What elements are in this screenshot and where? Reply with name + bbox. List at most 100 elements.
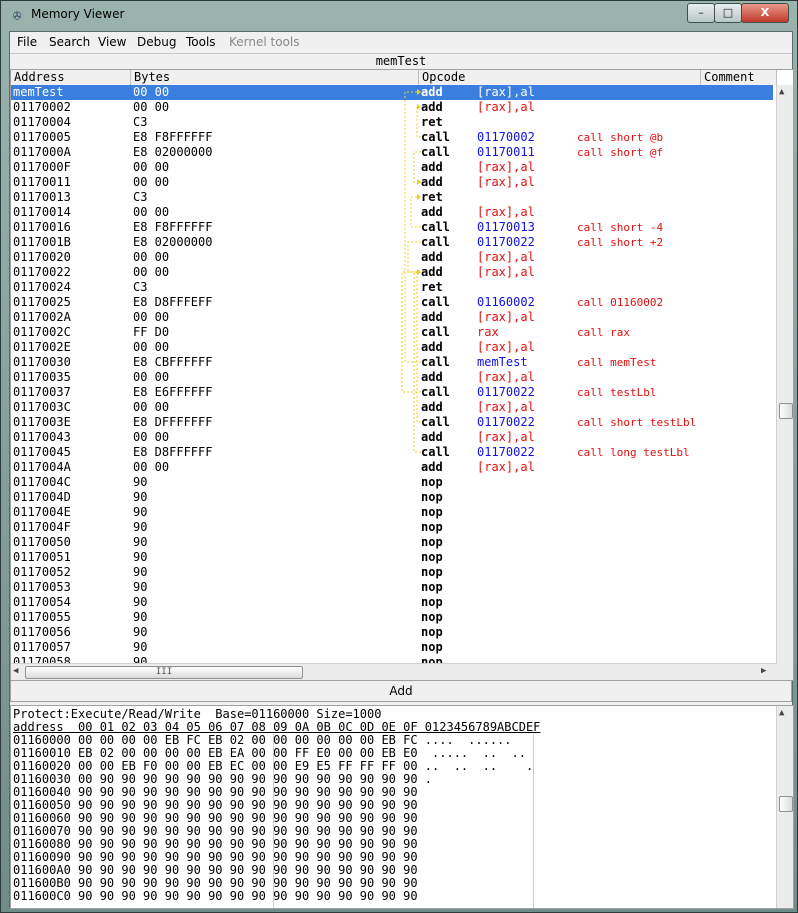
row-operand: 01170022 xyxy=(477,445,535,459)
row-address: 0117004D xyxy=(13,490,71,504)
row-bytes: 00 00 xyxy=(133,460,170,474)
row-address: 01170045 xyxy=(13,445,71,459)
row-opcode: add xyxy=(421,460,443,474)
scroll-up-icon[interactable]: ▲ xyxy=(779,87,784,97)
row-bytes: 00 00 xyxy=(133,175,170,189)
hex-scroll-up-icon[interactable]: ▲ xyxy=(779,708,784,718)
jump-arrow xyxy=(407,241,421,273)
row-address: memTest xyxy=(13,85,64,99)
menu-search[interactable]: Search xyxy=(49,35,90,49)
row-address: 0117002E xyxy=(13,340,71,354)
row-bytes: 00 00 xyxy=(133,340,170,354)
client-area: File Search View Debug Tools Kernel tool… xyxy=(9,31,794,909)
disasm-scroll-thumb[interactable] xyxy=(779,403,793,419)
window-title: Memory Viewer xyxy=(31,7,125,21)
row-bytes: E8 E6FFFFFF xyxy=(133,385,213,399)
row-opcode: add xyxy=(421,265,443,279)
row-operand: [rax],al xyxy=(477,175,535,189)
row-opcode: nop xyxy=(421,565,443,579)
row-operand: [rax],al xyxy=(477,250,535,264)
scroll-left-icon[interactable]: ◀ xyxy=(13,666,18,676)
row-comment: call short testLbl xyxy=(577,416,697,429)
row-opcode: ret xyxy=(421,280,443,294)
arrow-head xyxy=(417,194,421,200)
row-address: 0117002A xyxy=(13,310,71,324)
row-operand: 01160002 xyxy=(477,295,535,309)
hex-vertical-scrollbar[interactable]: ▲ xyxy=(776,706,793,908)
row-bytes: FF D0 xyxy=(133,325,170,339)
row-address: 0117000A xyxy=(13,145,71,159)
row-bytes: 00 00 xyxy=(133,160,170,174)
row-opcode: ret xyxy=(421,190,443,204)
row-bytes: 90 xyxy=(133,595,148,609)
minimize-button[interactable]: – xyxy=(687,3,715,23)
disassembler-view[interactable]: Address Bytes Opcode Comment memTest 00 0… xyxy=(10,69,794,681)
row-operand: [rax],al xyxy=(477,205,535,219)
row-address: 01170024 xyxy=(13,280,71,294)
row-comment: call testLbl xyxy=(577,386,657,399)
row-address: 01170050 xyxy=(13,535,71,549)
row-address: 01170020 xyxy=(13,250,71,264)
row-opcode: nop xyxy=(421,520,443,534)
row-opcode: call xyxy=(421,355,450,369)
row-opcode: nop xyxy=(421,490,443,504)
row-comment: call short @f xyxy=(577,146,664,159)
row-opcode: add xyxy=(421,310,443,324)
row-bytes: 00 00 xyxy=(133,310,170,324)
row-opcode: add xyxy=(421,250,443,264)
row-opcode: call xyxy=(421,325,450,339)
row-address: 0117001B xyxy=(13,235,71,249)
hex-view[interactable]: Protect:Execute/Read/Write Base=01160000… xyxy=(10,705,794,909)
title-bar[interactable]: ✇ Memory Viewer – □ X xyxy=(1,1,797,31)
row-bytes: C3 xyxy=(133,115,148,129)
row-bytes: 90 xyxy=(133,580,148,594)
row-bytes: E8 DFFFFFFF xyxy=(133,415,213,429)
row-address: 01170051 xyxy=(13,550,71,564)
disasm-vertical-scrollbar[interactable]: ▲ ▼ xyxy=(776,85,793,680)
arrow-head xyxy=(417,269,421,275)
arrow-head xyxy=(417,179,421,185)
column-comment[interactable]: Comment xyxy=(701,70,777,85)
close-button[interactable]: X xyxy=(741,3,789,23)
row-bytes: 00 00 xyxy=(133,85,170,99)
row-bytes: 00 00 xyxy=(133,400,170,414)
row-opcode: add xyxy=(421,370,443,384)
add-button[interactable]: Add xyxy=(10,680,792,702)
row-bytes: E8 D8FFFEFF xyxy=(133,295,213,309)
column-bytes[interactable]: Bytes xyxy=(131,70,419,85)
row-operand: [rax],al xyxy=(477,310,535,324)
disasm-horizontal-scrollbar[interactable]: ◀ III ▶ xyxy=(11,663,777,680)
hex-scroll-thumb[interactable] xyxy=(779,796,793,812)
menu-tools[interactable]: Tools xyxy=(186,35,216,49)
column-opcode[interactable]: Opcode xyxy=(419,70,701,85)
column-address[interactable]: Address xyxy=(11,70,131,85)
row-bytes: 00 00 xyxy=(133,430,170,444)
row-operand: 01170022 xyxy=(477,235,535,249)
row-bytes: C3 xyxy=(133,280,148,294)
scroll-right-icon[interactable]: ▶ xyxy=(761,666,766,676)
menu-kernel-tools[interactable]: Kernel tools xyxy=(229,35,300,49)
row-opcode: add xyxy=(421,85,443,99)
arrow-head xyxy=(417,104,421,110)
menu-file[interactable]: File xyxy=(17,35,37,49)
row-address: 0117003E xyxy=(13,415,71,429)
row-operand: [rax],al xyxy=(477,160,535,174)
row-opcode: nop xyxy=(421,550,443,564)
maximize-button[interactable]: □ xyxy=(714,3,742,23)
jump-arrow xyxy=(416,271,421,423)
row-operand: memTest xyxy=(477,355,528,369)
row-address: 01170053 xyxy=(13,580,71,594)
menu-debug[interactable]: Debug xyxy=(137,35,176,49)
row-address: 01170011 xyxy=(13,175,71,189)
row-address: 0117003C xyxy=(13,400,71,414)
row-operand: rax xyxy=(477,325,499,339)
row-opcode: call xyxy=(421,145,450,159)
row-address: 01170052 xyxy=(13,565,71,579)
row-opcode: call xyxy=(421,445,450,459)
row-bytes: 90 xyxy=(133,520,148,534)
menu-view[interactable]: View xyxy=(98,35,126,49)
row-opcode: nop xyxy=(421,535,443,549)
row-operand: [rax],al xyxy=(477,340,535,354)
horizontal-scroll-thumb[interactable]: III xyxy=(25,666,303,679)
row-operand: [rax],al xyxy=(477,100,535,114)
